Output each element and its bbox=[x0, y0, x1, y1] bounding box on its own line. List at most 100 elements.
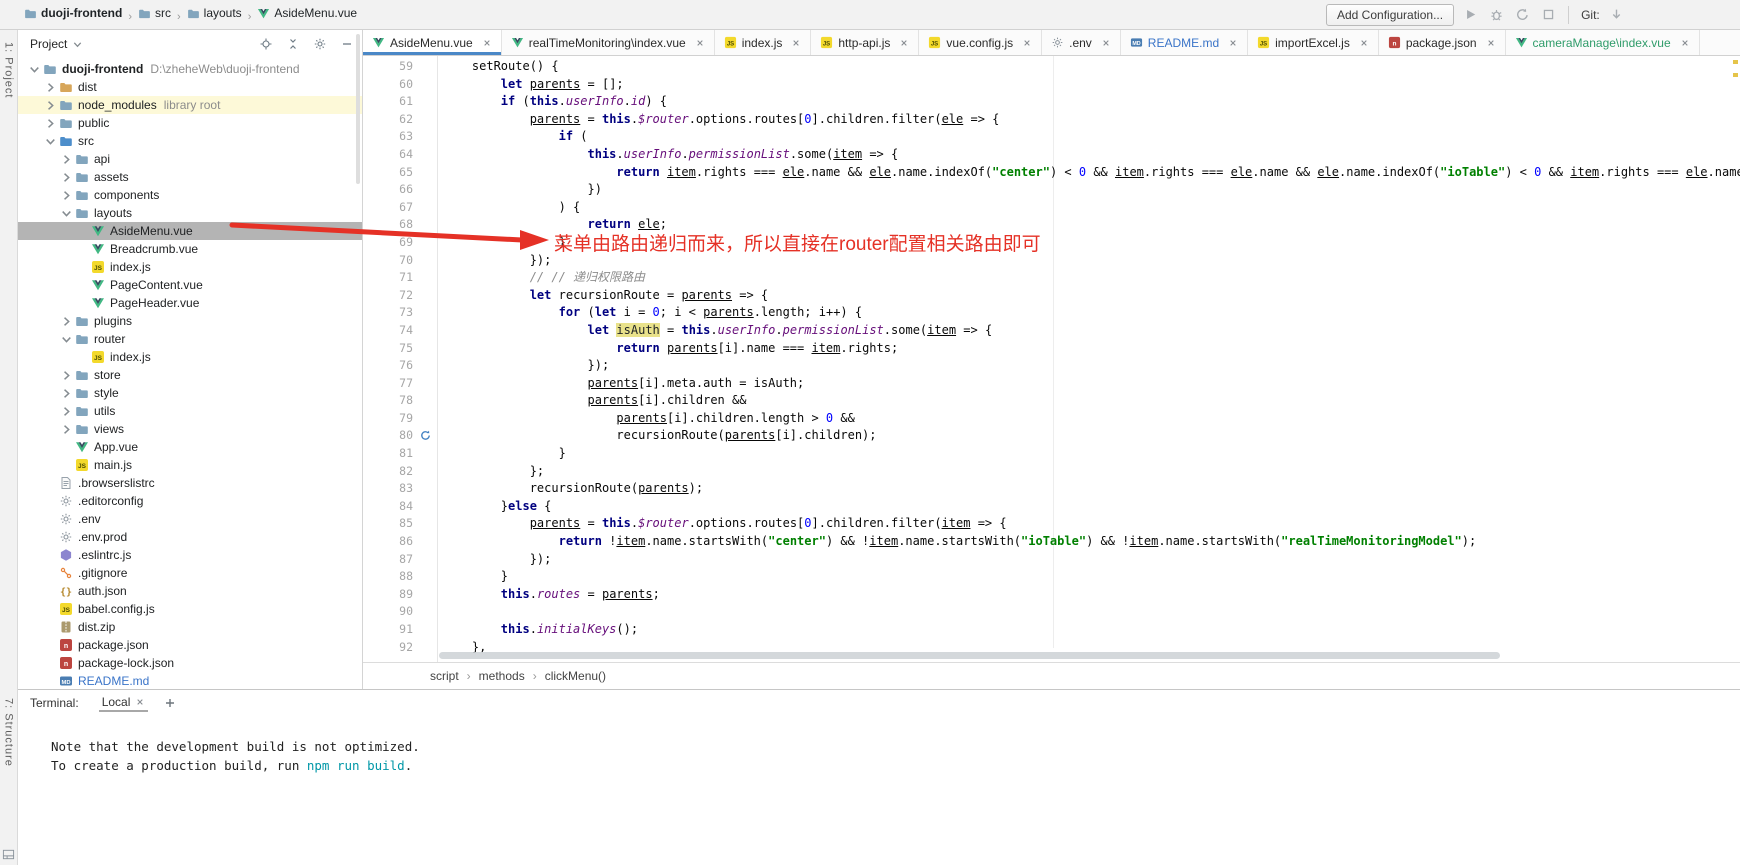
toolwindow-toggle-icon[interactable] bbox=[2, 848, 15, 861]
line-number[interactable]: 92 bbox=[363, 639, 437, 657]
locate-icon[interactable] bbox=[259, 37, 273, 51]
chevron-right-icon[interactable] bbox=[44, 81, 57, 94]
tree-item-app.vue[interactable]: App.vue bbox=[18, 438, 362, 456]
tree-item-index.js[interactable]: JSindex.js bbox=[18, 348, 362, 366]
tree-item-index.js[interactable]: JSindex.js bbox=[18, 258, 362, 276]
tree-item-src[interactable]: src bbox=[18, 132, 362, 150]
tree-item-package-lock.json[interactable]: npackage-lock.json bbox=[18, 654, 362, 672]
line-number[interactable]: 72 bbox=[363, 287, 437, 305]
titlebar-crumb-layouts[interactable]: layouts bbox=[187, 6, 242, 20]
line-number[interactable]: 88 bbox=[363, 568, 437, 586]
project-tree-scrollbar[interactable] bbox=[356, 34, 360, 184]
line-number[interactable]: 77 bbox=[363, 375, 437, 393]
line-number[interactable]: 59 bbox=[363, 58, 437, 76]
line-number[interactable]: 82 bbox=[363, 463, 437, 481]
tree-item-pagecontent.vue[interactable]: PageContent.vue bbox=[18, 276, 362, 294]
line-number[interactable]: 63 bbox=[363, 128, 437, 146]
tree-item-plugins[interactable]: plugins bbox=[18, 312, 362, 330]
stop-icon[interactable] bbox=[1541, 7, 1556, 22]
tree-item-main.js[interactable]: JSmain.js bbox=[18, 456, 362, 474]
titlebar-crumb-duoji-frontend[interactable]: duoji-frontend bbox=[24, 6, 122, 20]
chevron-right-icon[interactable] bbox=[60, 153, 73, 166]
tree-item-components[interactable]: components bbox=[18, 186, 362, 204]
tree-item-layouts[interactable]: layouts bbox=[18, 204, 362, 222]
chevron-right-icon[interactable] bbox=[60, 189, 73, 202]
terminal-output[interactable]: Note that the development build is not o… bbox=[18, 715, 1740, 775]
code-editor[interactable]: 59 setRoute() {60 let parents = [];61 if… bbox=[363, 56, 1740, 662]
tree-item-asidemenu.vue[interactable]: AsideMenu.vue bbox=[18, 222, 362, 240]
settings-icon[interactable] bbox=[313, 37, 327, 51]
tree-item-readme.md[interactable]: MDREADME.md bbox=[18, 672, 362, 689]
close-icon[interactable] bbox=[1228, 38, 1238, 48]
line-number[interactable]: 91 bbox=[363, 621, 437, 639]
tree-item-utils[interactable]: utils bbox=[18, 402, 362, 420]
close-icon[interactable] bbox=[1359, 38, 1369, 48]
editor-breadcrumb-methods[interactable]: methods bbox=[479, 669, 525, 683]
run-icon[interactable] bbox=[1463, 7, 1478, 22]
line-number[interactable]: 68 bbox=[363, 216, 437, 234]
editor-tab-vue.config.js[interactable]: JSvue.config.js bbox=[919, 30, 1042, 55]
tree-item-.gitignore[interactable]: .gitignore bbox=[18, 564, 362, 582]
collapse-all-icon[interactable] bbox=[286, 37, 300, 51]
tree-item-.browserslistrc[interactable]: .browserslistrc bbox=[18, 474, 362, 492]
line-number[interactable]: 75 bbox=[363, 340, 437, 358]
editor-tab-asidemenu.vue[interactable]: AsideMenu.vue bbox=[363, 30, 502, 55]
tree-item-breadcrumb.vue[interactable]: Breadcrumb.vue bbox=[18, 240, 362, 258]
editor-tab-readme.md[interactable]: MDREADME.md bbox=[1121, 30, 1248, 55]
editor-breadcrumb-script[interactable]: script bbox=[430, 669, 459, 683]
line-number[interactable]: 70 bbox=[363, 252, 437, 270]
chevron-right-icon[interactable] bbox=[44, 117, 57, 130]
structure-toolwindow-button[interactable]: 7: Structure bbox=[0, 698, 17, 767]
tree-item-auth.json[interactable]: {}auth.json bbox=[18, 582, 362, 600]
tree-item-public[interactable]: public bbox=[18, 114, 362, 132]
line-number[interactable]: 61 bbox=[363, 93, 437, 111]
project-toolwindow-button[interactable]: 1: Project bbox=[0, 42, 17, 98]
error-stripe[interactable] bbox=[1733, 60, 1738, 86]
chevron-down-icon[interactable] bbox=[28, 63, 41, 76]
debug-icon[interactable] bbox=[1489, 7, 1504, 22]
line-number[interactable]: 89 bbox=[363, 586, 437, 604]
editor-tab-cameramanage-index.vue[interactable]: cameraManage\index.vue bbox=[1506, 30, 1700, 55]
line-number[interactable]: 67 bbox=[363, 199, 437, 217]
close-icon[interactable] bbox=[1486, 38, 1496, 48]
editor-tab-realtimemonitoring-index.vue[interactable]: realTimeMonitoring\index.vue bbox=[502, 30, 715, 55]
line-number[interactable]: 69 bbox=[363, 234, 437, 252]
horizontal-scrollbar[interactable] bbox=[439, 652, 1500, 659]
editor-tab-index.js[interactable]: JSindex.js bbox=[715, 30, 812, 55]
editor-tab-.env[interactable]: .env bbox=[1042, 30, 1121, 55]
tree-item-.env[interactable]: .env bbox=[18, 510, 362, 528]
tree-item-babel.config.js[interactable]: JSbabel.config.js bbox=[18, 600, 362, 618]
tree-item-api[interactable]: api bbox=[18, 150, 362, 168]
project-view-selector[interactable]: Project bbox=[30, 37, 83, 51]
tree-item-.editorconfig[interactable]: .editorconfig bbox=[18, 492, 362, 510]
chevron-down-icon[interactable] bbox=[60, 333, 73, 346]
editor-tab-importexcel.js[interactable]: JSimportExcel.js bbox=[1248, 30, 1379, 55]
line-number[interactable]: 66 bbox=[363, 181, 437, 199]
line-number[interactable]: 65 bbox=[363, 164, 437, 182]
tree-item-store[interactable]: store bbox=[18, 366, 362, 384]
line-number[interactable]: 85 bbox=[363, 515, 437, 533]
tree-item-duoji-frontend[interactable]: duoji-frontendD:\zheheWeb\duoji-frontend bbox=[18, 60, 362, 78]
chevron-right-icon[interactable] bbox=[60, 171, 73, 184]
line-number[interactable]: 84 bbox=[363, 498, 437, 516]
vcs-update-icon[interactable] bbox=[1609, 7, 1624, 22]
tree-item-.env.prod[interactable]: .env.prod bbox=[18, 528, 362, 546]
chevron-right-icon[interactable] bbox=[44, 99, 57, 112]
chevron-down-icon[interactable] bbox=[44, 135, 57, 148]
line-number[interactable]: 86 bbox=[363, 533, 437, 551]
editor-tab-package.json[interactable]: npackage.json bbox=[1379, 30, 1506, 55]
tree-item-pageheader.vue[interactable]: PageHeader.vue bbox=[18, 294, 362, 312]
add-configuration-button[interactable]: Add Configuration... bbox=[1326, 4, 1454, 26]
close-icon[interactable] bbox=[695, 38, 705, 48]
line-number[interactable]: 81 bbox=[363, 445, 437, 463]
update-project-icon[interactable] bbox=[1515, 7, 1530, 22]
tree-item-package.json[interactable]: npackage.json bbox=[18, 636, 362, 654]
line-number[interactable]: 62 bbox=[363, 111, 437, 129]
chevron-right-icon[interactable] bbox=[60, 423, 73, 436]
tree-item-dist.zip[interactable]: dist.zip bbox=[18, 618, 362, 636]
tree-item-node-modules[interactable]: node_moduleslibrary root bbox=[18, 96, 362, 114]
line-number[interactable]: 74 bbox=[363, 322, 437, 340]
hide-panel-icon[interactable] bbox=[340, 37, 354, 51]
close-icon[interactable] bbox=[135, 697, 145, 707]
close-icon[interactable] bbox=[791, 38, 801, 48]
